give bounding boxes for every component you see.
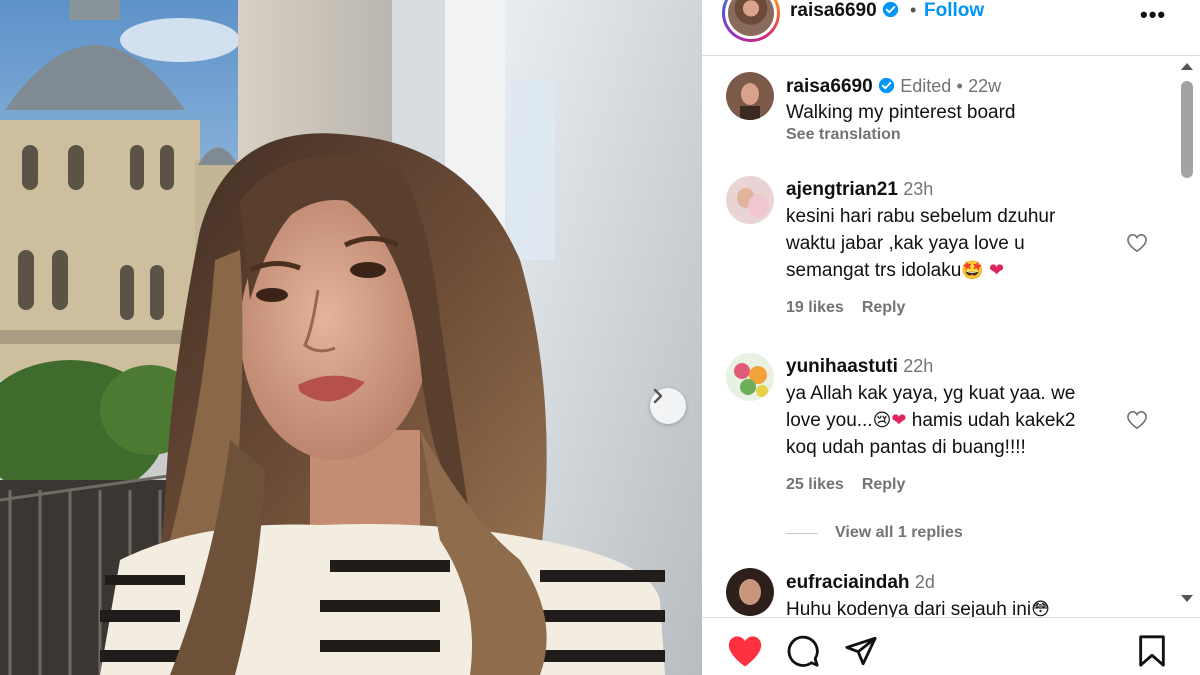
comment-text: kesini hari rabu sebelum dzuhur waktu ja… xyxy=(786,203,1055,284)
comments-list[interactable]: raisa6690 Edited • 22w Walking my pinter… xyxy=(702,57,1182,617)
reply-button[interactable]: Reply xyxy=(862,476,906,493)
comment-avatar[interactable] xyxy=(726,176,774,224)
send-icon[interactable] xyxy=(844,634,878,668)
comment-text: Huhu kodenya dari sejauh ini😳 xyxy=(786,596,1050,617)
comment-icon[interactable] xyxy=(786,634,820,668)
comment-line: waktu jabar ,kak yaya love u xyxy=(786,233,1025,254)
comment-age[interactable]: 23h xyxy=(903,179,933,199)
red-heart-emoji: ❤ xyxy=(989,260,1005,280)
comment-likes[interactable]: 19 likes xyxy=(786,299,844,316)
comment-line: kesini hari rabu sebelum dzuhur xyxy=(786,206,1056,227)
post-action-bar xyxy=(702,617,1200,675)
caption-edited: Edited xyxy=(900,76,952,96)
comment-actions: 19 likes Reply xyxy=(786,299,923,317)
caption-separator: • xyxy=(956,76,963,96)
comment-like-icon[interactable] xyxy=(1126,233,1148,253)
chevron-right-icon xyxy=(653,388,663,404)
header-separator: • xyxy=(910,0,917,20)
comment-avatar[interactable] xyxy=(726,568,774,616)
verified-badge-icon xyxy=(878,77,895,94)
next-photo-button[interactable] xyxy=(650,388,686,424)
comment-age[interactable]: 2d xyxy=(915,572,935,592)
bookmark-icon[interactable] xyxy=(1136,634,1168,668)
see-translation-link[interactable]: See translation xyxy=(786,126,901,144)
comment-text: ya Allah kak yaya, yg kuat yaa. we love … xyxy=(786,380,1075,461)
post-header: raisa6690 • Follow ••• xyxy=(702,0,1200,56)
red-heart-emoji: ❤ xyxy=(891,410,907,430)
author-username[interactable]: raisa6690 xyxy=(790,0,899,22)
post-photo[interactable] xyxy=(0,0,702,675)
comment-actions: 25 likes Reply xyxy=(786,476,923,494)
blush-emoji: 😳 xyxy=(1031,599,1050,617)
comments-scrollbar[interactable] xyxy=(1178,57,1198,615)
scrollbar-thumb[interactable] xyxy=(1181,81,1193,178)
comment-line: koq udah pantas di buang!!!! xyxy=(786,437,1026,458)
view-replies-button[interactable]: View all 1 replies xyxy=(835,524,963,542)
post-side-panel: raisa6690 • Follow ••• raisa6690 Edited … xyxy=(702,0,1200,675)
post-image xyxy=(0,0,702,675)
replies-divider xyxy=(786,533,818,534)
scroll-down-arrow[interactable] xyxy=(1181,595,1193,602)
scroll-up-arrow[interactable] xyxy=(1181,63,1193,70)
verified-badge-icon xyxy=(882,1,899,18)
comment-username[interactable]: yunihaastuti 22h xyxy=(786,356,933,378)
caption-text: Walking my pinterest board xyxy=(786,102,1016,123)
comment-line: semangat trs idolaku🤩 ❤ xyxy=(786,257,1055,284)
more-options-icon[interactable]: ••• xyxy=(1140,2,1166,28)
heart-icon[interactable] xyxy=(726,634,764,668)
author-avatar[interactable] xyxy=(722,0,780,42)
comment-line: ya Allah kak yaya, yg kuat yaa. we xyxy=(786,383,1076,404)
comment-username[interactable]: ajengtrian21 23h xyxy=(786,179,933,201)
comment-line: Huhu kodenya dari sejauh ini😳 xyxy=(786,596,1050,617)
sad-emoji: 😢 xyxy=(872,410,892,430)
caption-age[interactable]: 22w xyxy=(968,76,1001,96)
comment-line: love you...😢❤ hamis udah kakek2 xyxy=(786,407,1075,434)
comment-avatar[interactable] xyxy=(726,353,774,401)
comment-likes[interactable]: 25 likes xyxy=(786,476,844,493)
comment-like-icon[interactable] xyxy=(1126,410,1148,430)
star-eyes-emoji: 🤩 xyxy=(961,260,984,280)
reply-button[interactable]: Reply xyxy=(862,299,906,316)
follow-button[interactable]: Follow xyxy=(924,0,984,22)
comment-age[interactable]: 22h xyxy=(903,356,933,376)
caption-avatar[interactable] xyxy=(726,72,774,120)
comment-username[interactable]: eufraciaindah 2d xyxy=(786,572,935,594)
caption-username[interactable]: raisa6690 Edited • 22w xyxy=(786,76,1001,98)
